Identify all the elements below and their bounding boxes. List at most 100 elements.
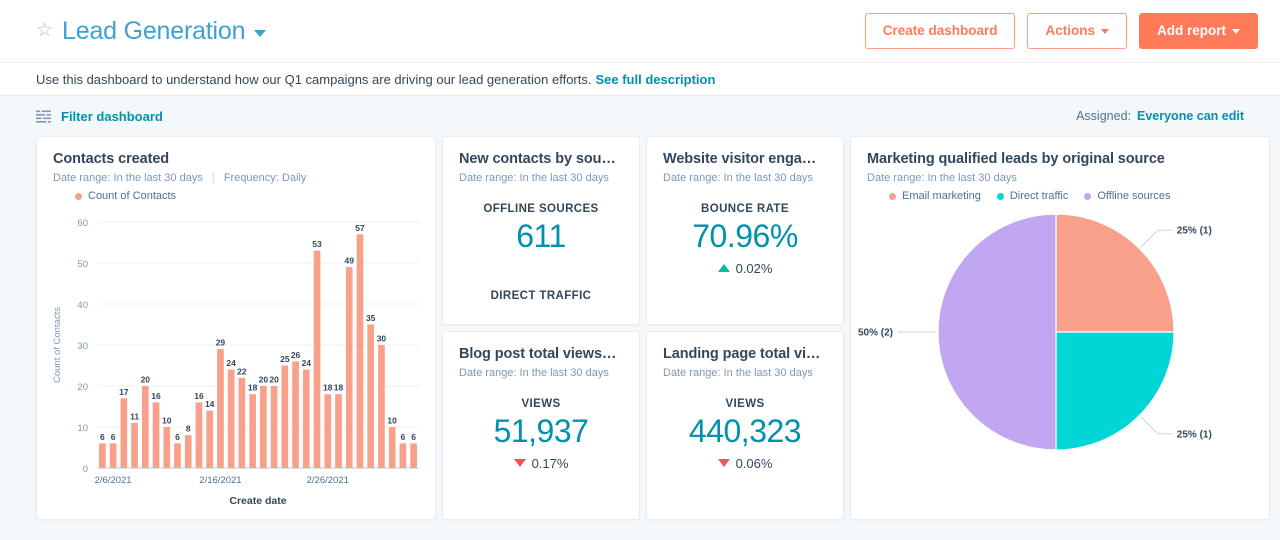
card-date-range: Date range: In the last 30 days	[53, 172, 203, 184]
kpi-delta: 0.17%	[513, 456, 568, 471]
pie-data-label: 50% (2)	[858, 328, 893, 339]
filter-lines-icon	[36, 110, 51, 123]
star-outline-icon[interactable]: ☆	[36, 21, 53, 40]
bar	[195, 402, 203, 468]
kpi-metric-value: 440,323	[688, 413, 802, 449]
card-header: Contacts created Date range: In the last…	[37, 137, 435, 202]
assigned-value-link[interactable]: Everyone can edit	[1137, 109, 1244, 123]
card-title: Website visitor enga…	[663, 151, 817, 167]
kpi-body: OFFLINE SOURCES 611	[443, 203, 639, 255]
kpi-column-right: Website visitor enga… Date range: In the…	[646, 136, 844, 520]
bar	[141, 386, 149, 468]
legend-color-dot	[889, 192, 896, 200]
legend-item[interactable]: Direct traffic	[996, 190, 1069, 202]
triangle-up-icon	[717, 264, 730, 273]
report-card-new-contacts-by-source[interactable]: New contacts by sou… Date range: In the …	[442, 136, 640, 325]
kpi-body: BOUNCE RATE 70.96% 0.02%	[647, 203, 843, 276]
card-frequency: Frequency: Daily	[223, 172, 307, 184]
legend-color-dot	[996, 192, 1004, 200]
triangle-down-icon	[513, 459, 526, 468]
kpi-delta-value: 0.02%	[735, 260, 773, 276]
kpi-body: VIEWS 51,937 0.17%	[443, 398, 639, 471]
card-date-range: Date range: In the last 30 days	[459, 367, 609, 379]
x-axis-tick-label: 2/6/2021	[95, 475, 132, 486]
bar	[378, 345, 385, 468]
bar	[388, 427, 396, 468]
report-card-mql-by-source[interactable]: Marketing qualified leads by original so…	[850, 136, 1270, 520]
x-axis-tick-label: 2/16/2021	[199, 475, 241, 486]
filter-dashboard-label: Filter dashboard	[61, 108, 163, 124]
bar	[206, 410, 214, 468]
bar-value-label: 16	[194, 391, 204, 401]
bar-value-label: 25	[280, 354, 290, 364]
assigned-label: Assigned:	[1076, 109, 1131, 123]
legend-color-dot	[75, 192, 82, 200]
bar-value-label: 20	[259, 375, 269, 385]
bar-value-label: 10	[387, 416, 397, 426]
pie-chart-area: 25% (1) 25% (1) 50% (2)	[851, 202, 1269, 502]
bar-value-label: 22	[237, 366, 247, 376]
legend-item[interactable]: Offline sources	[1084, 190, 1171, 202]
see-full-description-link[interactable]: See full description	[595, 72, 715, 87]
kpi-metric-value: 70.96%	[692, 218, 798, 254]
legend-label: Email marketing	[902, 190, 981, 202]
card-header: Landing page total vi… Date range: In th…	[647, 332, 843, 379]
bar	[238, 377, 246, 468]
bar-value-label: 18	[248, 383, 258, 393]
bar-value-label: 18	[334, 383, 344, 393]
y-axis-tick-label: 50	[77, 259, 88, 270]
bar-value-label: 6	[100, 432, 105, 442]
bar	[174, 443, 181, 468]
report-card-blog-post-total-views[interactable]: Blog post total views… Date range: In th…	[442, 331, 640, 520]
actions-button[interactable]: Actions	[1027, 13, 1127, 49]
top-bar: ☆ Lead Generation Create dashboard Actio…	[0, 0, 1280, 62]
kpi-metric-label: OFFLINE SOURCES	[483, 203, 599, 215]
chevron-down-icon[interactable]	[254, 29, 267, 37]
bar	[249, 394, 256, 468]
card-date-range: Date range: In the last 30 days	[459, 172, 609, 184]
filter-dashboard-control[interactable]: Filter dashboard	[36, 109, 163, 124]
bar-value-label: 29	[216, 338, 226, 348]
bar	[217, 349, 224, 468]
chevron-down-icon	[1101, 28, 1109, 34]
add-report-button[interactable]: Add report	[1139, 13, 1258, 49]
report-card-landing-page-total-views[interactable]: Landing page total vi… Date range: In th…	[646, 331, 844, 520]
legend-label: Direct traffic	[1009, 190, 1069, 202]
kpi-metric-value: 51,937	[493, 413, 589, 449]
card-title: Landing page total vi…	[663, 346, 821, 362]
legend-color-dot	[1084, 192, 1092, 200]
bar-value-label: 6	[111, 432, 116, 442]
legend-item[interactable]: Count of Contacts	[75, 190, 176, 202]
pie-slice[interactable]	[937, 213, 1057, 451]
bar	[324, 394, 332, 468]
bar-value-label: 16	[151, 391, 161, 401]
bar	[302, 369, 310, 468]
bar	[356, 234, 364, 468]
create-dashboard-button[interactable]: Create dashboard	[864, 13, 1016, 49]
chevron-down-icon	[1232, 28, 1240, 34]
kpi-delta: 0.06%	[717, 456, 772, 471]
bar-value-label: 26	[291, 350, 301, 360]
card-title: Blog post total views…	[459, 346, 617, 362]
dashboard-title-group: ☆ Lead Generation	[36, 17, 267, 46]
pie-data-label: 25% (1)	[1177, 429, 1212, 440]
report-card-website-visitor-engagement[interactable]: Website visitor enga… Date range: In the…	[646, 136, 844, 325]
y-axis-tick-label: 30	[77, 341, 88, 352]
kpi-metric-label: VIEWS	[521, 398, 561, 410]
bar	[292, 361, 299, 468]
card-date-range: Date range: In the last 30 days	[663, 172, 813, 184]
triangle-down-icon	[717, 459, 730, 468]
add-report-label: Add report	[1157, 23, 1226, 39]
contacts-created-bar-chart[interactable]: 01020304050606 61711201610681614292422182…	[47, 208, 425, 510]
report-card-contacts-created[interactable]: Contacts created Date range: In the last…	[36, 136, 436, 520]
kpi-secondary-label: DIRECT TRAFFIC	[490, 290, 592, 302]
chart-legend: Count of Contacts	[53, 190, 419, 202]
dashboard-description-bar: Use this dashboard to understand how our…	[0, 62, 1280, 96]
page-title[interactable]: Lead Generation	[62, 17, 245, 46]
bar	[120, 398, 128, 468]
bar-value-label: 18	[323, 383, 333, 393]
bar	[163, 427, 171, 468]
mql-by-source-pie-chart[interactable]: 25% (1) 25% (1) 50% (2)	[851, 202, 1269, 502]
legend-item[interactable]: Email marketing	[889, 190, 981, 202]
pie-data-label: 25% (1)	[1177, 226, 1212, 237]
